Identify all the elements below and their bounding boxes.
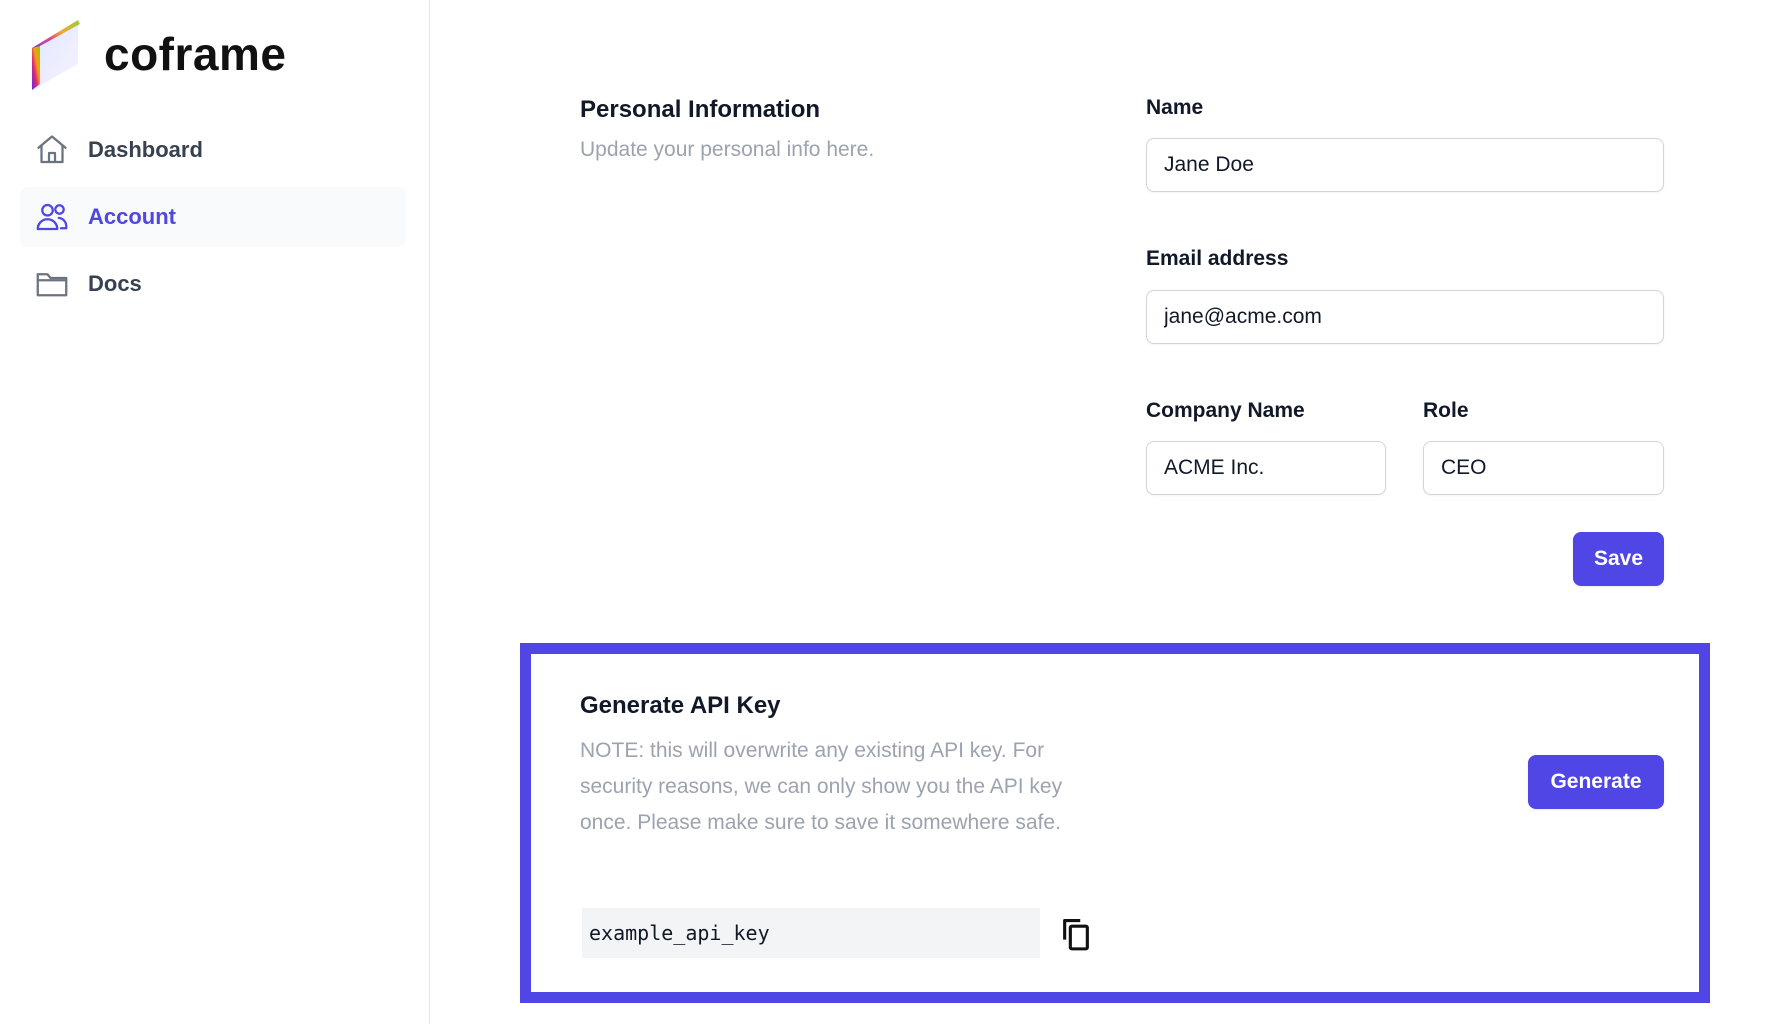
copy-icon xyxy=(1063,918,1089,951)
main-content: Personal Information Update your persona… xyxy=(431,0,1771,1024)
copy-button[interactable] xyxy=(1057,914,1095,954)
api-key-title: Generate API Key xyxy=(580,692,781,719)
sidebar-item-dashboard[interactable]: Dashboard xyxy=(20,120,406,180)
sidebar-item-label: Account xyxy=(88,204,176,229)
folder-icon xyxy=(34,266,70,302)
email-input[interactable] xyxy=(1146,290,1664,344)
sidebar-item-account[interactable]: Account xyxy=(20,187,406,247)
company-label: Company Name xyxy=(1146,399,1305,422)
api-key-note-line: security reasons, we can only show you t… xyxy=(580,775,1063,798)
personal-info-description: Update your personal info here. xyxy=(580,138,875,161)
sidebar-item-label: Dashboard xyxy=(88,137,203,162)
api-key-note-line: once. Please make sure to save it somewh… xyxy=(580,811,1061,834)
api-key-note: NOTE: this will overwrite any existing A… xyxy=(580,733,1140,841)
api-key-display: example_api_key xyxy=(582,908,1040,958)
role-input[interactable] xyxy=(1423,441,1664,495)
brand-name: coframe xyxy=(104,28,287,80)
role-label: Role xyxy=(1423,399,1469,422)
home-icon xyxy=(34,132,70,168)
brand-logo[interactable]: coframe xyxy=(28,18,286,90)
name-input[interactable] xyxy=(1146,138,1664,192)
company-input[interactable] xyxy=(1146,441,1386,495)
save-button[interactable]: Save xyxy=(1573,532,1664,586)
sidebar-item-label: Docs xyxy=(88,271,142,296)
sidebar-nav: Dashboard Account Docs xyxy=(20,120,406,321)
api-key-note-line: NOTE: this will overwrite any existing A… xyxy=(580,739,1045,762)
personal-info-title: Personal Information xyxy=(580,96,821,123)
generate-button[interactable]: Generate xyxy=(1528,755,1664,809)
app-root: coframe Dashboard Account Docs Personal … xyxy=(0,0,1771,1024)
name-label: Name xyxy=(1146,96,1204,119)
sidebar-item-docs[interactable]: Docs xyxy=(20,254,406,314)
email-label: Email address xyxy=(1146,247,1289,270)
sidebar: coframe Dashboard Account Docs xyxy=(0,0,430,1024)
users-icon xyxy=(34,199,70,235)
coframe-logo-icon xyxy=(32,20,80,90)
